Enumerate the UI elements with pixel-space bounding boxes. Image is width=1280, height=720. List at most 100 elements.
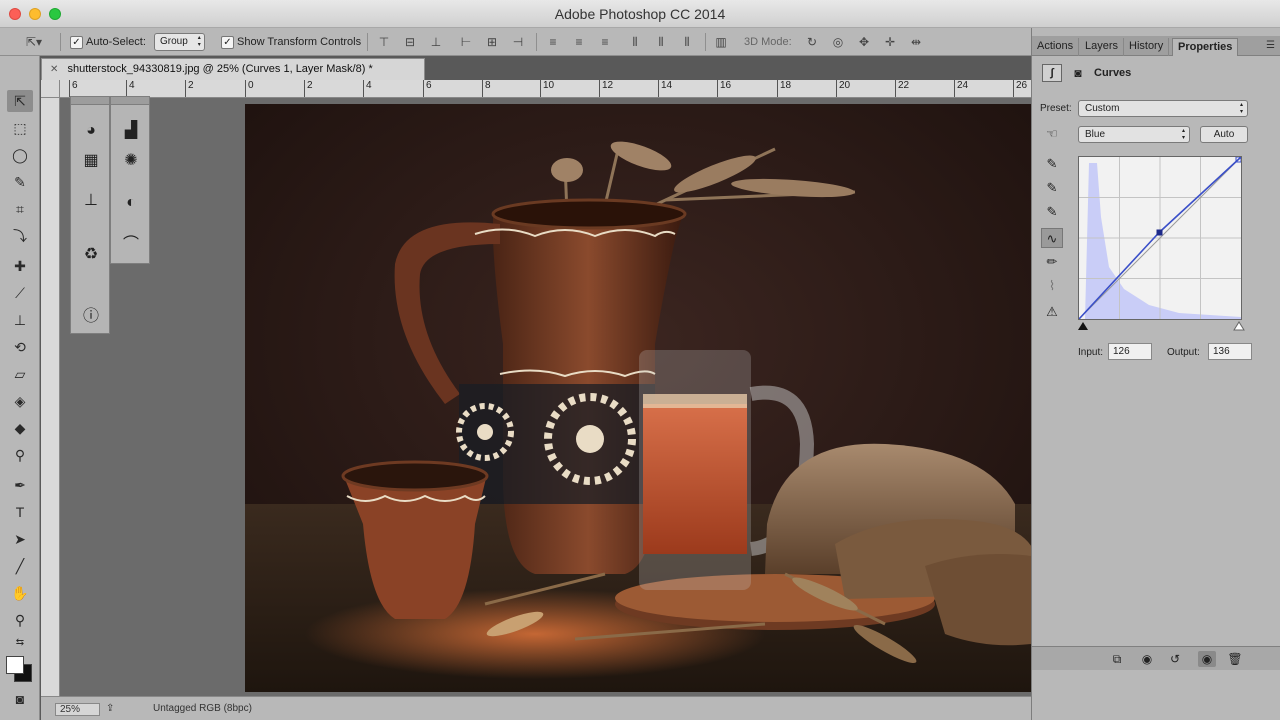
rotate-3d-icon[interactable]: ↻ xyxy=(804,35,820,49)
horizontal-ruler[interactable]: 6 4 2 0 2 4 6 8 10 12 14 16 18 20 22 24 … xyxy=(60,80,1031,98)
input-value-field[interactable]: 126 xyxy=(1108,343,1152,360)
align-top-icon[interactable]: ⊤ xyxy=(376,35,392,49)
input-sliders[interactable] xyxy=(1076,320,1246,332)
document-tab[interactable]: ✕ shutterstock_94330819.jpg @ 25% (Curve… xyxy=(41,58,425,80)
view-previous-state-icon[interactable]: ◉ xyxy=(1138,651,1156,667)
auto-align-layers-icon[interactable]: ▥ xyxy=(713,35,729,49)
ruler-origin[interactable] xyxy=(41,80,60,98)
align-right-icon[interactable]: ⊣ xyxy=(510,35,526,49)
toggle-visibility-icon[interactable]: ◉ xyxy=(1198,651,1216,667)
panel-menu-icon[interactable]: ☰ xyxy=(1266,40,1275,51)
type-tool-icon[interactable]: T xyxy=(7,501,33,523)
edit-points-curve-icon[interactable]: ∿ xyxy=(1041,228,1063,248)
align-bottom-icon[interactable]: ⊥ xyxy=(428,35,444,49)
crop-tool-icon[interactable]: ⌗ xyxy=(7,198,33,220)
document-info[interactable]: Untagged RGB (8bpc) xyxy=(153,703,252,714)
line-tool-icon[interactable]: ╱ xyxy=(7,555,33,577)
adjustments-panel-icon[interactable]: ⊥ xyxy=(75,185,107,217)
brush-tool-icon[interactable]: ⟋ xyxy=(7,282,33,304)
ruler-tick: 4 xyxy=(126,80,135,97)
distribute-vcenter-icon[interactable]: ≡ xyxy=(571,35,587,49)
window-titlebar: Adobe Photoshop CC 2014 xyxy=(0,0,1280,28)
panel-dock-header[interactable] xyxy=(111,97,149,105)
white-input-slider[interactable] xyxy=(1233,321,1245,331)
channel-dropdown[interactable]: Blue xyxy=(1078,126,1190,143)
delete-adjustment-icon[interactable]: 🗑 xyxy=(1226,651,1244,667)
clip-to-layer-icon[interactable]: ⧉ xyxy=(1108,651,1126,667)
align-left-icon[interactable]: ⊢ xyxy=(458,35,474,49)
slide-3d-icon[interactable]: ✛ xyxy=(882,35,898,49)
tab-history[interactable]: History xyxy=(1124,38,1170,56)
black-point-eyedropper-icon[interactable]: ✎ xyxy=(1041,154,1063,174)
zoom-field[interactable]: 25% xyxy=(55,703,100,716)
auto-select-target[interactable]: Group xyxy=(154,33,205,51)
output-value-field[interactable]: 136 xyxy=(1208,343,1252,360)
paths-panel-icon[interactable]: ⌒ xyxy=(115,229,147,261)
swatches-panel-icon[interactable]: ▦ xyxy=(75,145,107,177)
curve-control-point[interactable] xyxy=(1156,229,1163,236)
auto-button[interactable]: Auto xyxy=(1200,126,1248,143)
tab-actions[interactable]: Actions xyxy=(1032,38,1080,56)
zoom-tool-icon[interactable]: ⚲ xyxy=(7,609,33,631)
brush-settings-icon[interactable]: ✺ xyxy=(115,145,147,177)
vertical-ruler[interactable] xyxy=(41,98,60,696)
move-tool-preset-icon[interactable]: ⇱▾ xyxy=(22,35,46,49)
distribute-bottom-icon[interactable]: ≡ xyxy=(597,35,613,49)
eyedropper-tool-icon[interactable]: ⤵ xyxy=(7,225,33,247)
quick-mask-icon[interactable]: ◙ xyxy=(7,688,33,710)
auto-select-checkbox[interactable]: ✓ xyxy=(70,35,83,49)
blur-tool-icon[interactable]: ◆ xyxy=(7,417,33,439)
smooth-curve-icon[interactable]: ⌇ xyxy=(1041,276,1063,296)
draw-curve-pencil-icon[interactable]: ✏ xyxy=(1041,252,1063,272)
hand-tool-icon[interactable]: ✋ xyxy=(7,582,33,604)
default-colors-icon[interactable]: ⇆ xyxy=(7,632,33,654)
black-input-slider[interactable] xyxy=(1078,322,1088,330)
history-brush-tool-icon[interactable]: ⟲ xyxy=(7,336,33,358)
scale-3d-icon[interactable]: ⇹ xyxy=(908,35,924,49)
eraser-tool-icon[interactable]: ▱ xyxy=(7,363,33,385)
align-horizontal-center-icon[interactable]: ⊞ xyxy=(484,35,500,49)
color-panel-icon[interactable]: ◕ xyxy=(75,115,107,147)
close-document-icon[interactable]: ✕ xyxy=(50,64,58,75)
tab-layers[interactable]: Layers xyxy=(1080,38,1125,56)
styles-panel-icon[interactable]: ◐ xyxy=(115,187,147,219)
distribute-right-icon[interactable]: ⦀ xyxy=(679,35,695,49)
distribute-top-icon[interactable]: ≡ xyxy=(545,35,561,49)
info-panel-icon[interactable]: ⓘ xyxy=(75,301,107,333)
drag-3d-icon[interactable]: ✥ xyxy=(856,35,872,49)
lasso-tool-icon[interactable]: ◯ xyxy=(7,144,33,166)
paint-bucket-tool-icon[interactable]: ◈ xyxy=(7,390,33,412)
panel-dock-header[interactable] xyxy=(71,97,109,105)
document-image[interactable] xyxy=(245,104,1031,692)
distribute-hcenter-icon[interactable]: ⦀ xyxy=(653,35,669,49)
align-vertical-center-icon[interactable]: ⊟ xyxy=(402,35,418,49)
auto-select-option[interactable]: ✓ Auto-Select: xyxy=(70,33,146,51)
tab-properties[interactable]: Properties xyxy=(1172,38,1239,56)
histogram-panel-icon[interactable]: ▟ xyxy=(115,115,147,147)
healing-brush-tool-icon[interactable]: ✚ xyxy=(7,255,33,277)
show-transform-checkbox[interactable]: ✓ xyxy=(221,35,234,49)
curves-adjustment-icon[interactable]: ∫ xyxy=(1042,64,1062,82)
share-icon[interactable]: ⇪ xyxy=(106,703,114,714)
preset-dropdown[interactable]: Custom xyxy=(1078,100,1248,117)
libraries-panel-icon[interactable]: ♻ xyxy=(75,239,107,271)
path-selection-tool-icon[interactable]: ➤ xyxy=(7,528,33,550)
gray-point-eyedropper-icon[interactable]: ✎ xyxy=(1041,178,1063,198)
reset-adjustment-icon[interactable]: ↺ xyxy=(1166,651,1184,667)
dodge-tool-icon[interactable]: ⚲ xyxy=(7,444,33,466)
quick-selection-tool-icon[interactable]: ✎ xyxy=(7,171,33,193)
on-image-adjust-icon[interactable]: ☜ xyxy=(1041,124,1063,144)
foreground-color-swatch[interactable] xyxy=(6,656,24,674)
white-point-eyedropper-icon[interactable]: ✎ xyxy=(1041,202,1063,222)
distribute-left-icon[interactable]: ⦀ xyxy=(627,35,643,49)
layer-mask-icon[interactable]: ◙ xyxy=(1068,64,1088,82)
curves-graph[interactable] xyxy=(1078,156,1242,320)
marquee-tool-icon[interactable]: ⬚ xyxy=(7,117,33,139)
clipping-warning-icon[interactable]: ⚠ xyxy=(1041,302,1063,322)
move-tool-icon[interactable]: ⇱ xyxy=(7,90,33,112)
show-transform-option[interactable]: ✓ Show Transform Controls xyxy=(221,33,361,51)
roll-3d-icon[interactable]: ◎ xyxy=(830,35,846,49)
auto-select-dropdown[interactable]: Group xyxy=(154,33,205,51)
clone-stamp-tool-icon[interactable]: ⊥ xyxy=(7,309,33,331)
pen-tool-icon[interactable]: ✒ xyxy=(7,474,33,496)
